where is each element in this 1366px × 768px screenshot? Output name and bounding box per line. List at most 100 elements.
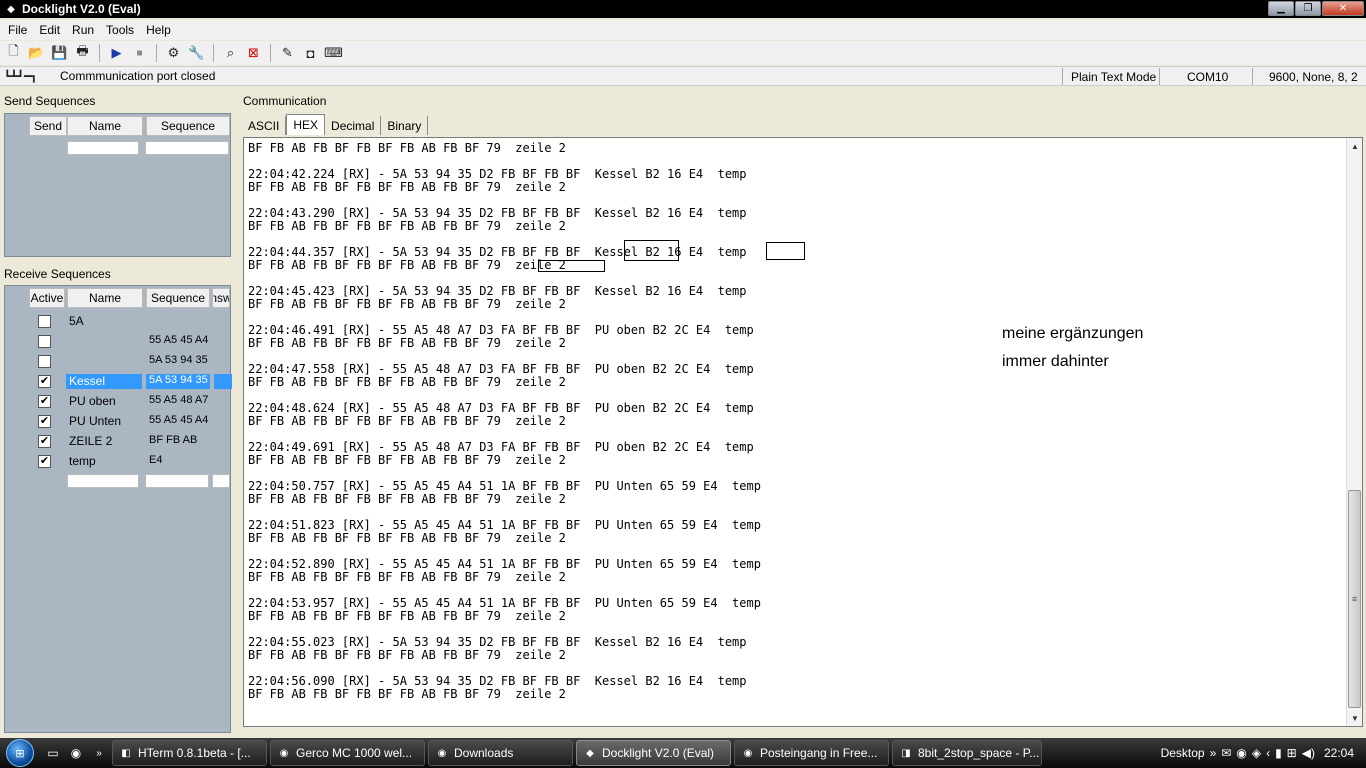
toolbar-separator — [99, 44, 100, 62]
taskbar-item[interactable]: ◉ Gerco MC 1000 wel... — [270, 740, 425, 766]
maximize-button[interactable]: ❐ — [1295, 1, 1321, 16]
firefox-tray-icon[interactable]: ◉ — [1236, 746, 1246, 760]
mail-icon[interactable]: ✉ — [1221, 746, 1231, 760]
close-button[interactable]: ✕ — [1322, 1, 1364, 16]
binoculars-icon[interactable]: ⌕ — [220, 43, 241, 63]
network-icon[interactable]: ⊞ — [1287, 746, 1297, 760]
tab-ascii[interactable]: ASCII — [242, 116, 287, 135]
show-desktop-icon[interactable]: ▭ — [43, 743, 63, 763]
taskbar-item[interactable]: ◧ HTerm 0.8.1beta - [... — [112, 740, 267, 766]
receive-name-new-cell[interactable] — [67, 474, 139, 488]
desktop-toolbar-label[interactable]: Desktop — [1161, 746, 1205, 760]
receive-sequence-row[interactable]: ✔ PU Unten 55 A5 45 A4 — [5, 412, 230, 432]
receive-sequence-row[interactable]: ✔ ZEILE 2 BF FB AB — [5, 432, 230, 452]
stop-icon[interactable]: ■ — [129, 43, 150, 63]
active-checkbox[interactable]: ✔ — [38, 395, 51, 408]
save-icon[interactable]: 💾 — [49, 43, 70, 63]
scroll-down-icon[interactable]: ▼ — [1347, 710, 1362, 726]
taskbar-item[interactable]: ◉ Posteingang in Free... — [734, 740, 889, 766]
options-icon[interactable]: 🔧 — [186, 43, 207, 63]
active-checkbox[interactable] — [38, 335, 51, 348]
receive-sequence-new-cell[interactable] — [145, 474, 209, 488]
receive-sequence-row[interactable]: 5A — [5, 312, 230, 332]
active-checkbox[interactable] — [38, 355, 51, 368]
sequence-name[interactable]: temp — [66, 454, 142, 469]
taskbar-item[interactable]: ◉ Downloads — [428, 740, 573, 766]
scroll-up-icon[interactable]: ▲ — [1347, 138, 1362, 154]
tray-expand-icon[interactable]: » — [1210, 746, 1217, 760]
sequence-value[interactable]: E4 — [146, 454, 210, 469]
dropbox-icon[interactable]: ◈ — [1252, 746, 1261, 760]
sequence-name[interactable] — [66, 334, 142, 349]
clear-icon[interactable]: ⊠ — [243, 43, 264, 63]
log-line: BF FB AB FB BF FB BF FB AB FB BF 79 zeil… — [248, 609, 566, 623]
volume-icon[interactable]: ◀) — [1302, 746, 1315, 760]
sequence-column-header[interactable]: Sequence — [146, 288, 210, 308]
active-checkbox[interactable] — [38, 315, 51, 328]
vertical-scrollbar[interactable]: ▲ ≡ ▼ — [1346, 138, 1362, 726]
battery-icon[interactable]: ▮ — [1275, 746, 1282, 760]
active-checkbox[interactable]: ✔ — [38, 435, 51, 448]
log-line: BF FB AB FB BF FB BF FB AB FB BF 79 zeil… — [248, 375, 566, 389]
tab-decimal[interactable]: Decimal — [325, 116, 382, 135]
edit-icon[interactable]: ✎ — [277, 43, 298, 63]
taskbar-item[interactable]: ◆ Docklight V2.0 (Eval) — [576, 740, 731, 766]
receive-sequence-row[interactable]: 5A 53 94 35 — [5, 352, 230, 372]
active-checkbox[interactable]: ✔ — [38, 375, 51, 388]
play-icon[interactable]: ▶ — [106, 43, 127, 63]
start-button[interactable]: ⊞ — [0, 738, 40, 768]
answer-cell[interactable] — [214, 374, 232, 389]
receive-sequence-row[interactable]: 55 A5 45 A4 — [5, 332, 230, 352]
project-settings-icon[interactable]: ⚙ — [163, 43, 184, 63]
tray-arrow-icon[interactable]: ‹ — [1266, 746, 1270, 760]
communication-window[interactable]: BF FB AB FB BF FB BF FB AB FB BF 79 zeil… — [243, 137, 1363, 727]
sequence-column-header[interactable]: Sequence — [146, 116, 230, 136]
sequence-value[interactable] — [146, 314, 210, 329]
minimize-button[interactable]: ▁ — [1268, 1, 1294, 16]
new-file-icon[interactable]: 🗋 — [3, 43, 24, 63]
name-column-header[interactable]: Name — [67, 288, 143, 308]
firefox-quicklaunch-icon[interactable]: ◉ — [66, 743, 86, 763]
communication-log[interactable]: BF FB AB FB BF FB BF FB AB FB BF 79 zeil… — [248, 142, 1344, 701]
answer-column-header[interactable]: nsw — [212, 288, 230, 308]
open-folder-icon[interactable]: 📂 — [26, 43, 47, 63]
sequence-value[interactable]: 55 A5 45 A4 — [146, 334, 210, 349]
receive-sequence-row[interactable]: ✔ temp E4 — [5, 452, 230, 472]
quicklaunch-more-icon[interactable]: » — [89, 743, 109, 763]
clock[interactable]: 22:04 — [1324, 746, 1354, 760]
receive-sequence-row[interactable]: ✔ Kessel 5A 53 94 35 — [5, 372, 232, 392]
scroll-thumb[interactable]: ≡ — [1348, 490, 1361, 708]
menu-file[interactable]: File — [2, 23, 33, 37]
sequence-name[interactable]: Kessel — [66, 374, 142, 389]
docklight-app-icon[interactable]: ◆ — [4, 2, 18, 16]
send-name-new-cell[interactable] — [67, 141, 139, 155]
active-checkbox[interactable]: ✔ — [38, 415, 51, 428]
sequence-name[interactable]: PU oben — [66, 394, 142, 409]
tab-binary[interactable]: Binary — [381, 116, 429, 135]
receive-sequence-row[interactable]: ✔ PU oben 55 A5 48 A7 — [5, 392, 230, 412]
tab-hex[interactable]: HEX — [286, 114, 326, 135]
sequence-value[interactable]: BF FB AB — [146, 434, 210, 449]
sequence-name[interactable]: ZEILE 2 — [66, 434, 142, 449]
receive-answer-new-cell[interactable] — [212, 474, 230, 488]
active-column-header[interactable]: Active — [29, 288, 65, 308]
sequence-name[interactable] — [66, 354, 142, 369]
sequence-name[interactable]: 5A — [66, 314, 142, 329]
taskbar-item[interactable]: ◨ 8bit_2stop_space - P... — [892, 740, 1042, 766]
sequence-value[interactable]: 55 A5 48 A7 — [146, 394, 210, 409]
menu-edit[interactable]: Edit — [33, 23, 66, 37]
sequence-value[interactable]: 5A 53 94 35 — [146, 374, 210, 389]
sequence-name[interactable]: PU Unten — [66, 414, 142, 429]
print-icon[interactable]: 🖶 — [72, 43, 93, 63]
sequence-value[interactable]: 5A 53 94 35 — [146, 354, 210, 369]
sequence-value[interactable]: 55 A5 45 A4 — [146, 414, 210, 429]
name-column-header[interactable]: Name — [67, 116, 143, 136]
send-sequence-new-cell[interactable] — [145, 141, 229, 155]
menu-tools[interactable]: Tools — [100, 23, 140, 37]
keyboard-icon[interactable]: ⌨ — [323, 43, 344, 63]
active-checkbox[interactable]: ✔ — [38, 455, 51, 468]
snapshot-icon[interactable]: ◘ — [300, 43, 321, 63]
send-column-header[interactable]: Send — [29, 116, 67, 136]
menu-run[interactable]: Run — [66, 23, 100, 37]
menu-help[interactable]: Help — [140, 23, 177, 37]
